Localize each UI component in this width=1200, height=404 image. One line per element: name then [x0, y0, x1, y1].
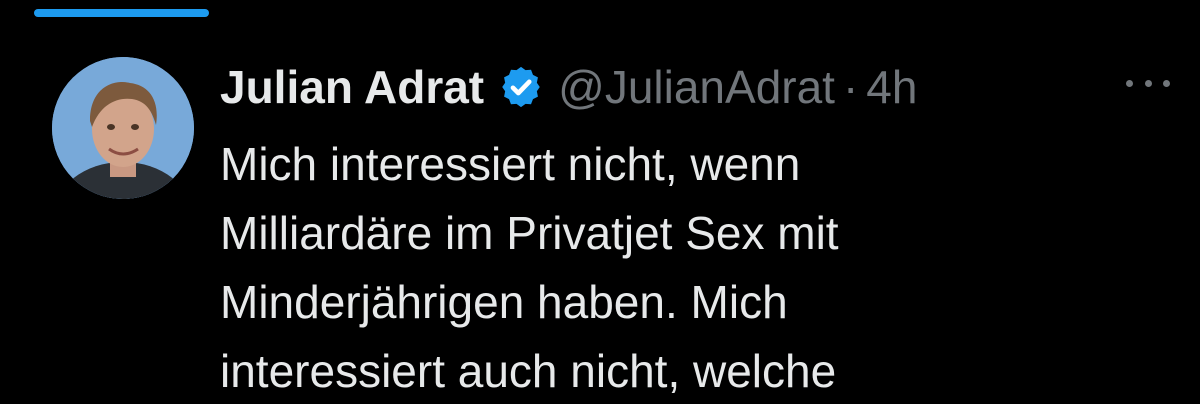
tweet[interactable]: Julian Adrat @JulianAdrat · 4h Mich inte…	[40, 45, 1190, 404]
separator-dot: ·	[842, 61, 859, 113]
more-dot	[1163, 79, 1170, 87]
timestamp[interactable]: 4h	[866, 57, 917, 117]
more-dot	[1144, 79, 1152, 87]
tweet-screen: Julian Adrat @JulianAdrat · 4h Mich inte…	[0, 0, 1200, 404]
more-options-icon[interactable]	[1126, 73, 1170, 93]
display-name[interactable]: Julian Adrat	[220, 57, 484, 117]
avatar[interactable]	[52, 57, 194, 199]
tweet-header: Julian Adrat @JulianAdrat · 4h	[220, 57, 917, 117]
tweet-text-line: Milliardäre im Privatjet Sex mit	[220, 207, 839, 259]
tweet-text: Mich interessiert nicht, wenn Milliardär…	[220, 130, 1120, 404]
more-dot	[1126, 79, 1133, 87]
tweet-text-line: Minderjährigen haben. Mich	[220, 276, 788, 328]
avatar-photo	[52, 57, 194, 199]
tweet-text-line: Mich interessiert nicht, wenn	[220, 138, 801, 190]
tweet-text-line: interessiert auch nicht, welche	[220, 345, 837, 397]
handle[interactable]: @JulianAdrat	[558, 57, 835, 117]
verified-badge-icon	[502, 66, 540, 108]
active-tab-indicator	[34, 9, 209, 17]
